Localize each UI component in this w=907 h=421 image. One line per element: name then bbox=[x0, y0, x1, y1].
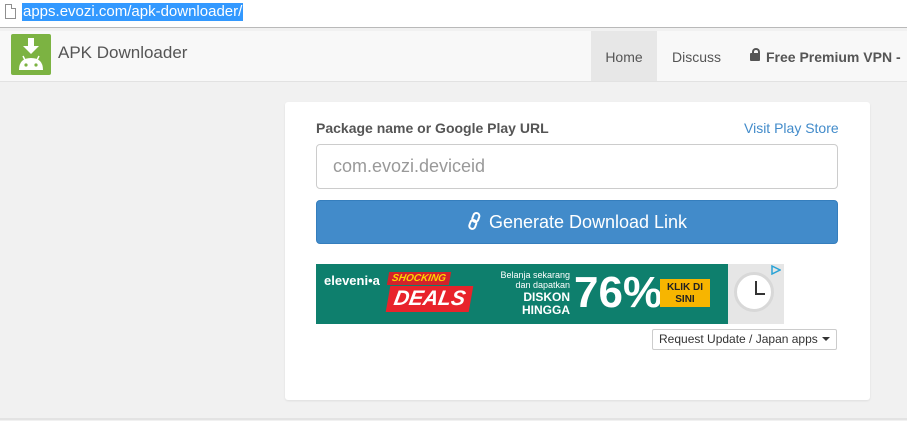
generate-button-label: Generate Download Link bbox=[488, 212, 688, 232]
visit-play-store-link[interactable]: Visit Play Store bbox=[744, 120, 839, 136]
ad-choices-icon[interactable] bbox=[771, 265, 781, 275]
nav-free-premium-vpn[interactable]: Free Premium VPN - bbox=[750, 31, 901, 81]
package-name-input[interactable] bbox=[316, 144, 838, 189]
nav-home[interactable]: Home bbox=[591, 31, 657, 81]
lock-icon bbox=[750, 48, 760, 61]
browser-address-bar[interactable]: apps.evozi.com/apk-downloader/ bbox=[0, 0, 907, 28]
url-text[interactable]: apps.evozi.com/apk-downloader/ bbox=[22, 3, 244, 21]
document-icon bbox=[5, 4, 16, 19]
request-update-dropdown[interactable]: Request Update / Japan apps bbox=[652, 329, 837, 350]
caret-down-icon bbox=[821, 337, 830, 341]
package-field-label: Package name or Google Play URL bbox=[316, 120, 549, 136]
download-form-panel: Package name or Google Play URL Visit Pl… bbox=[285, 102, 870, 400]
ad-shocking-label: SHOCKING bbox=[386, 272, 452, 285]
ad-percent: 76% bbox=[574, 268, 663, 317]
ad-discount-text: DISKON HINGGA bbox=[522, 290, 570, 317]
page-divider bbox=[0, 418, 907, 420]
ad-cta-button[interactable]: KLIK DI SINI bbox=[660, 279, 710, 307]
advertisement-banner[interactable]: eleveni•a SHOCKING DEALS Belanja sekaran… bbox=[316, 264, 784, 324]
ad-brand: eleveni•a bbox=[324, 273, 380, 288]
nav-discuss[interactable]: Discuss bbox=[672, 31, 721, 81]
android-download-icon[interactable] bbox=[11, 34, 51, 75]
link-icon bbox=[467, 203, 483, 245]
ad-deals-label: DEALS bbox=[385, 286, 474, 312]
generate-download-link-button[interactable]: Generate Download Link bbox=[316, 200, 838, 244]
ad-small-text: Belanja sekarang dan dapatkan bbox=[500, 270, 570, 290]
request-button-label: Request Update / Japan apps bbox=[659, 332, 818, 346]
watch-face bbox=[734, 272, 774, 312]
nav-vpn-label: Free Premium VPN - bbox=[766, 49, 901, 65]
site-navbar: APK Downloader Home Discuss Free Premium… bbox=[0, 31, 907, 82]
site-brand[interactable]: APK Downloader bbox=[58, 43, 187, 63]
